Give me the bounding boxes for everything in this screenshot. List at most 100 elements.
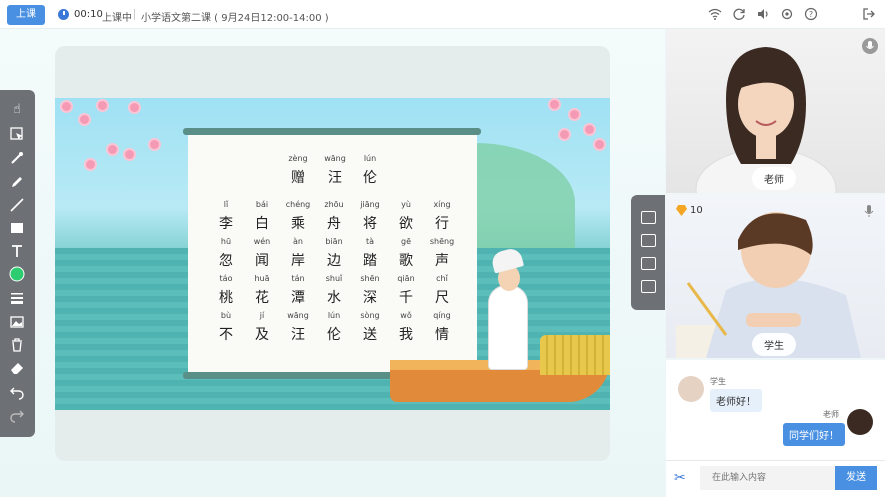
pinyin: shuǐ xyxy=(325,274,343,283)
wifi-icon[interactable] xyxy=(708,7,722,21)
poem-char: 汪 xyxy=(328,170,342,186)
boat-awning xyxy=(540,335,610,375)
poem-char: 忽 xyxy=(219,253,233,269)
folder-icon[interactable] xyxy=(641,234,656,247)
image-icon[interactable] xyxy=(8,314,26,330)
poem-char: 边 xyxy=(327,253,341,269)
pinyin: biān xyxy=(325,237,343,246)
poem-char: 送 xyxy=(363,327,377,343)
poem-char: 歌 xyxy=(399,253,413,269)
rectangle-icon[interactable] xyxy=(8,220,26,236)
poem-char: 白 xyxy=(255,216,269,232)
pinyin: tà xyxy=(365,237,375,246)
help-icon[interactable]: ? xyxy=(804,7,818,21)
chat-input[interactable] xyxy=(700,466,835,490)
pinyin: huā xyxy=(254,274,270,283)
pinyin: sòng xyxy=(360,311,380,320)
pinyin: lún xyxy=(363,154,377,163)
top-bar: 上课 00:10 上课中 小学语文第二课 ( 9月24日12:00-14:00 … xyxy=(0,0,885,29)
pinyin: gē xyxy=(401,237,411,246)
pinyin: qíng xyxy=(433,311,451,320)
undo-icon[interactable] xyxy=(8,384,26,400)
pinyin: jiāng xyxy=(360,200,380,209)
folder-settings-icon[interactable] xyxy=(641,257,656,270)
exit-icon[interactable] xyxy=(862,7,876,21)
redo-icon[interactable] xyxy=(8,407,26,423)
poem-char: 我 xyxy=(399,327,413,343)
student-label: 学生 xyxy=(752,333,796,356)
add-page-icon[interactable] xyxy=(641,211,656,224)
poem-char: 尺 xyxy=(435,290,449,306)
screen-share-icon[interactable] xyxy=(641,280,656,293)
select-icon[interactable] xyxy=(8,126,26,142)
teacher-video[interactable]: 老师 xyxy=(666,29,885,193)
scissors-icon[interactable]: ✂ xyxy=(674,470,692,486)
pinyin: lǐ xyxy=(223,200,229,209)
divider xyxy=(134,9,135,20)
pinyin: lún xyxy=(327,311,341,320)
pinyin: bù xyxy=(220,311,232,320)
poem-char: 将 xyxy=(363,216,377,232)
scroll-rod-top xyxy=(183,128,481,135)
eraser-icon[interactable] xyxy=(8,360,26,376)
class-status: 上课中 xyxy=(102,13,132,24)
settings-icon[interactable] xyxy=(780,7,794,21)
poem-char: 潭 xyxy=(291,290,305,306)
poem-char: 深 xyxy=(363,290,377,306)
poem-char: 踏 xyxy=(363,253,377,269)
microphone-icon[interactable] xyxy=(862,203,876,219)
poem-char: 李 xyxy=(219,216,233,232)
pinyin: wāng xyxy=(287,311,309,320)
start-class-button[interactable]: 上课 xyxy=(7,5,45,25)
pinyin: shēng xyxy=(429,237,455,246)
pinyin: zhōu xyxy=(324,200,344,209)
poem-char: 舟 xyxy=(327,216,341,232)
refresh-icon[interactable] xyxy=(732,7,746,21)
line-icon[interactable] xyxy=(8,197,26,213)
send-button[interactable]: 发送 xyxy=(835,466,877,490)
pointer-icon[interactable]: ☝ xyxy=(8,102,26,118)
pinyin: wāng xyxy=(324,154,346,163)
poem-char: 赠 xyxy=(291,170,305,186)
pen-icon[interactable] xyxy=(8,174,26,190)
poem-char: 岸 xyxy=(291,253,305,269)
microphone-icon[interactable] xyxy=(862,38,878,54)
text-icon[interactable] xyxy=(8,243,26,259)
poem-char: 情 xyxy=(435,327,449,343)
volume-icon[interactable] xyxy=(756,7,770,21)
message-bubble: 老师好！ xyxy=(710,389,762,412)
delete-icon[interactable] xyxy=(8,337,26,353)
student-avatar xyxy=(678,376,704,402)
poem-char: 花 xyxy=(255,290,269,306)
sender-name: 学生 xyxy=(710,377,726,386)
pinyin: bái xyxy=(255,200,269,209)
poem-char: 桃 xyxy=(219,290,233,306)
teacher-avatar xyxy=(847,409,873,435)
pinyin: wǒ xyxy=(400,311,412,320)
pinyin: xíng xyxy=(433,200,451,209)
sender-name: 老师 xyxy=(823,410,839,419)
poem-char: 千 xyxy=(399,290,413,306)
color-icon[interactable] xyxy=(8,266,26,282)
poem-char: 水 xyxy=(327,290,341,306)
chat-panel: 学生 老师好！ 老师 同学们好！ xyxy=(666,360,885,460)
svg-text:?: ? xyxy=(809,10,813,19)
pinyin: zèng xyxy=(288,154,308,163)
pinyin: yù xyxy=(401,200,411,209)
pinyin: qiān xyxy=(397,274,415,283)
laser-icon[interactable] xyxy=(8,150,26,166)
poem-char: 及 xyxy=(255,327,269,343)
pinyin: tán xyxy=(291,274,305,283)
student-points: 10 xyxy=(690,205,703,216)
poem-char: 不 xyxy=(219,327,233,343)
student-video[interactable]: 10 学生 xyxy=(666,195,885,358)
stroke-width-icon[interactable] xyxy=(8,290,26,306)
poem-char: 伦 xyxy=(327,327,341,343)
clock-icon xyxy=(58,9,69,20)
poem-char: 欲 xyxy=(399,216,413,232)
pinyin: jí xyxy=(259,311,265,320)
poem-char: 行 xyxy=(435,216,449,232)
pinyin: shēn xyxy=(360,274,380,283)
lesson-title: 小学语文第二课 ( 9月24日12:00-14:00 ) xyxy=(141,13,329,24)
teacher-label: 老师 xyxy=(752,167,796,190)
